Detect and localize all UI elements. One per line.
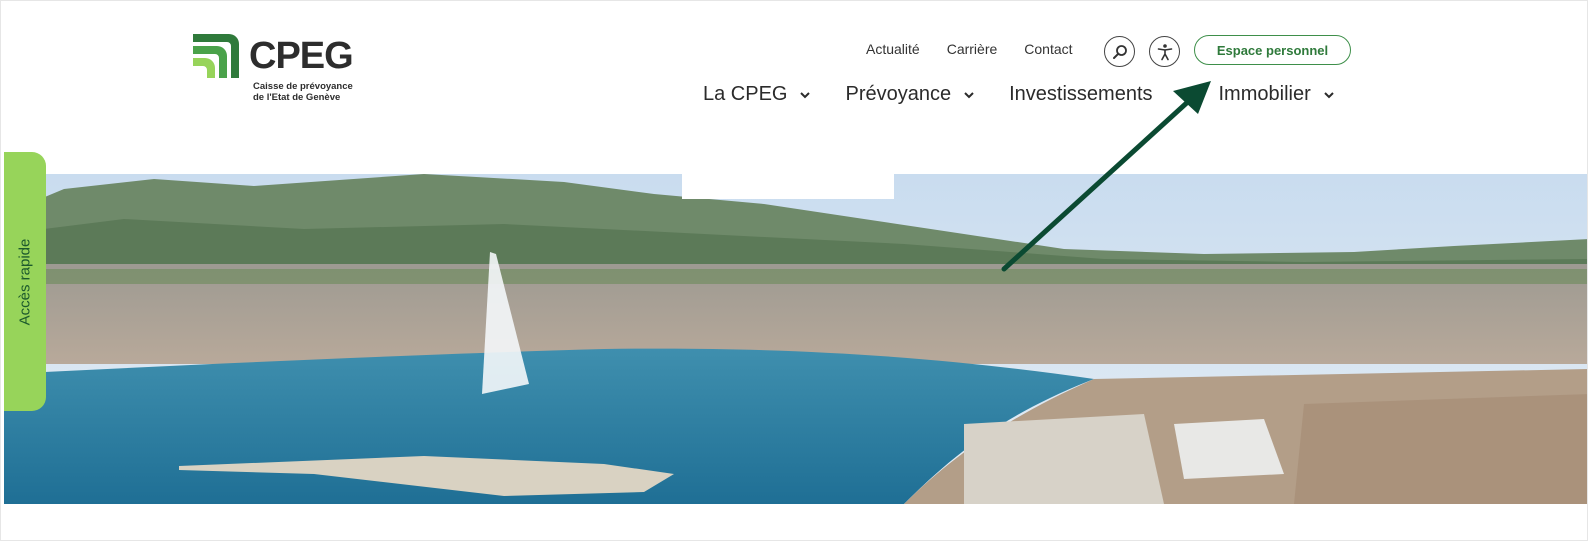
top-link-contact[interactable]: Contact — [1024, 41, 1072, 57]
page-frame: CPEG Caisse de prévoyance de l'Etat de G… — [0, 0, 1588, 541]
hero-notch — [682, 174, 894, 199]
logo-subtitle: Caisse de prévoyance de l'Etat de Genève — [253, 81, 383, 103]
nav-item-investissements[interactable]: Investissements — [1009, 83, 1152, 106]
main-nav: La CPEG Prévoyance Investissements Immob… — [703, 83, 1335, 106]
accessibility-button[interactable] — [1149, 36, 1180, 67]
nav-item-label: Prévoyance — [845, 83, 952, 105]
hero-image — [4, 174, 1587, 504]
top-link-actualite[interactable]: Actualité — [866, 41, 920, 57]
cpeg-logo[interactable]: CPEG Caisse de prévoyance de l'Etat de G… — [193, 34, 373, 104]
accessibility-icon — [1157, 43, 1172, 60]
top-link-carriere[interactable]: Carrière — [947, 41, 998, 57]
acces-rapide-label: Accès rapide — [16, 238, 34, 326]
chevron-down-icon — [1324, 91, 1334, 98]
logo-subtitle-line2: de l'Etat de Genève — [253, 92, 341, 103]
search-button[interactable] — [1104, 36, 1135, 67]
nav-item-label: Investissements — [1009, 83, 1153, 105]
content-card — [4, 504, 1186, 540]
nav-item-la-cpeg[interactable]: La CPEG — [703, 83, 811, 106]
nav-item-immobilier[interactable]: Immobilier — [1219, 83, 1335, 106]
logo-subtitle-line1: Caisse de prévoyance — [253, 81, 353, 92]
nav-item-prevoyance[interactable]: Prévoyance — [845, 83, 975, 106]
chevron-down-icon — [964, 91, 974, 98]
nav-item-label: Immobilier — [1218, 83, 1311, 105]
chevron-down-icon — [800, 91, 811, 98]
espace-personnel-button[interactable]: Espace personnel — [1194, 35, 1351, 65]
geneva-panorama — [4, 174, 1587, 504]
search-icon — [1112, 44, 1127, 59]
top-links: Actualité Carrière Contact — [866, 41, 1073, 57]
acces-rapide-tab[interactable]: Accès rapide — [4, 152, 46, 411]
logo-mark-icon — [193, 34, 239, 78]
logo-name: CPEG — [249, 35, 354, 77]
nav-item-label: La CPEG — [703, 83, 788, 105]
